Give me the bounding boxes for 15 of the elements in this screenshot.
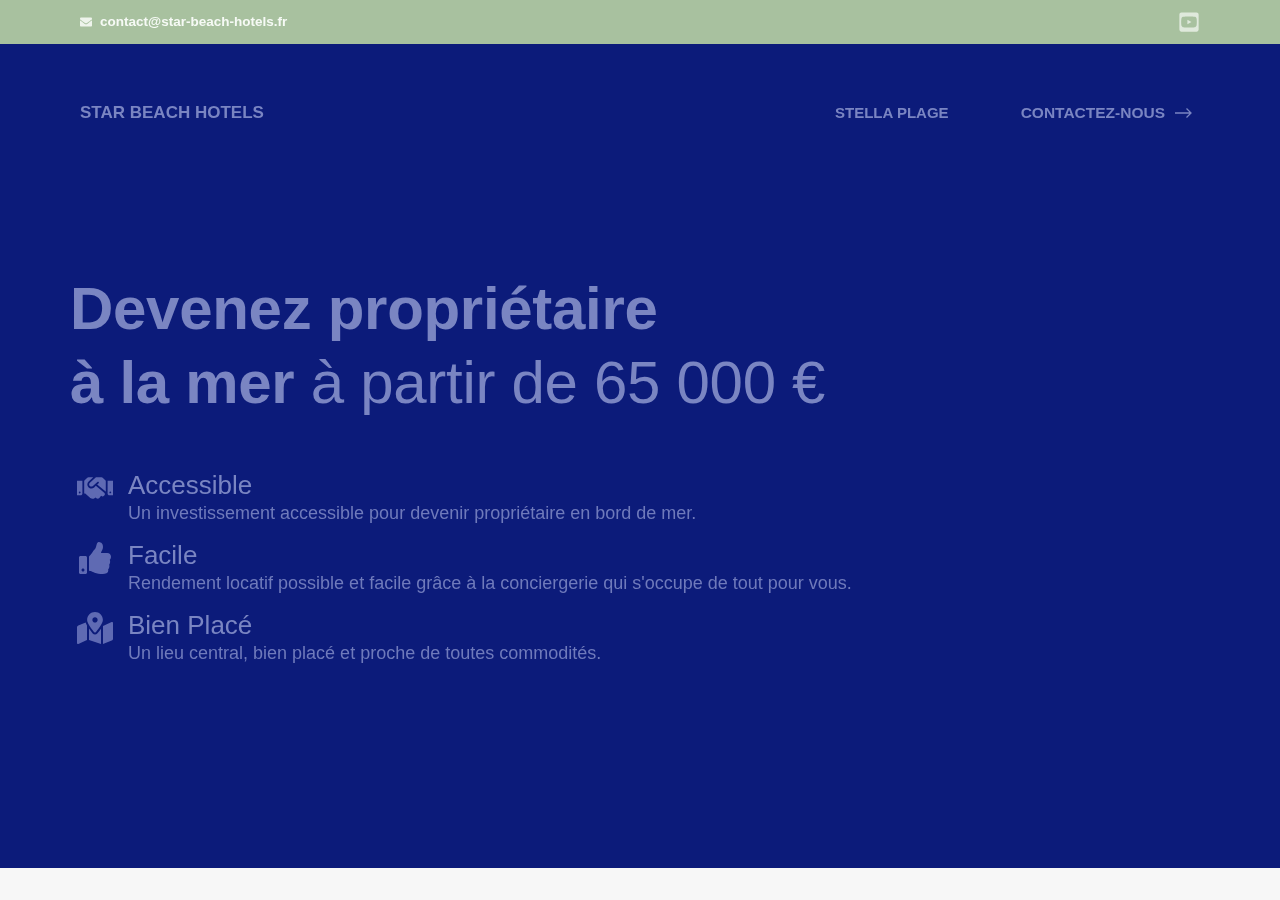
hero-headline: Devenez propriétaire à la mer à partir de 65 000 € <box>70 273 826 418</box>
contact-link[interactable]: CONTACTEZ-NOUS <box>1020 101 1192 125</box>
thumbs-up-icon <box>77 541 113 574</box>
feature-description: Un investissement accessible pour devenir propriétaire en bord de mer. <box>128 501 697 525</box>
site-logo[interactable]: STAR BEACH HOTELS <box>80 100 264 126</box>
envelope-icon <box>80 16 92 28</box>
feature-title: Bien Placé <box>128 609 254 640</box>
nav-link[interactable]: STELLA PLAGE <box>835 101 949 124</box>
video-play-icon[interactable] <box>1179 11 1199 33</box>
feature-description: Rendement locatif possible et facile grâce à la conciergerie qui s'occupe de tout pour vous. <box>128 571 852 595</box>
feature-description: Un lieu central, bien placé et proche de toutes commodités. <box>128 641 602 665</box>
feature-title: Accessible <box>128 469 254 500</box>
arrow-right-icon <box>1175 107 1192 118</box>
feature-title: Facile <box>128 539 199 570</box>
map-pin-icon <box>77 611 113 644</box>
